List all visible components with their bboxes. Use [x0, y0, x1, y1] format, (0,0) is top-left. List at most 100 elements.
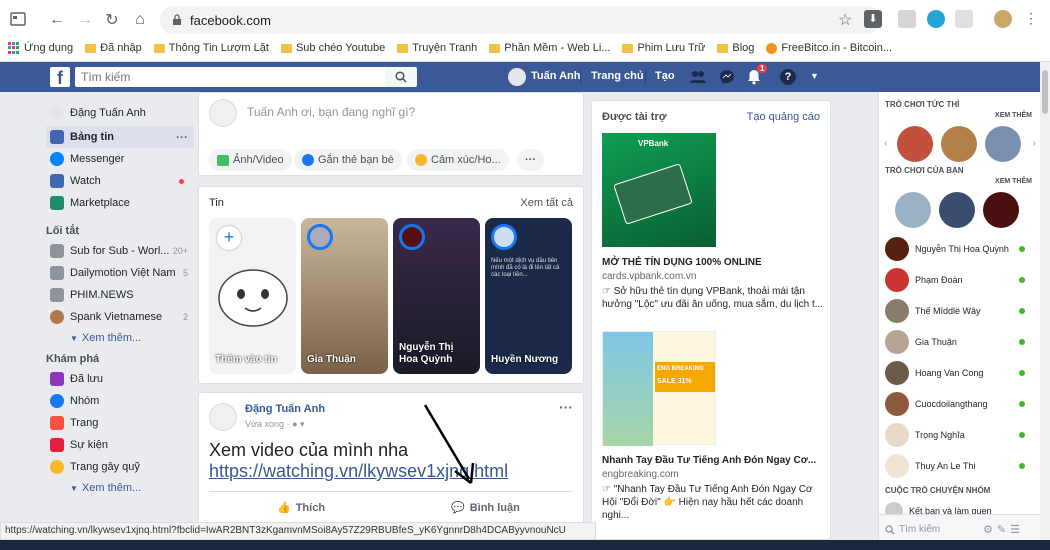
nav-marketplace[interactable]: Marketplace [46, 192, 194, 214]
bookmark-folder[interactable]: Đã nhập [85, 42, 142, 54]
group-chat-icon[interactable]: ☰ [1010, 523, 1020, 536]
shortcut-item[interactable]: Dailymotion Việt Nam 5 [46, 262, 194, 284]
online-dot [1019, 463, 1025, 469]
online-dot [1019, 339, 1025, 345]
game-icon[interactable] [941, 126, 977, 162]
nav-profile[interactable]: Đặng Tuấn Anh [46, 100, 194, 126]
feeling-activity-button[interactable]: Cảm xúc/Ho... [407, 149, 509, 171]
story-item[interactable]: Nếu một dịch vụ dầu tiên mình đã có là đ… [485, 218, 572, 374]
scrollbar-thumb[interactable] [1042, 70, 1048, 114]
address-bar[interactable]: facebook.com [160, 6, 880, 34]
extension-icon-1[interactable] [898, 10, 916, 28]
chat-contact[interactable]: Thuy An Le Thi [885, 453, 1035, 479]
ad1-image[interactable]: VPBank [602, 133, 716, 247]
download-icon[interactable]: ⬇ [864, 10, 882, 28]
ad2-headline[interactable]: Nhanh Tay Đầu Tư Tiếng Anh Đón Ngay Cơ..… [602, 455, 816, 466]
profile-avatar[interactable] [994, 10, 1012, 28]
more-options-icon[interactable]: ··· [176, 130, 188, 144]
bookmark-folder[interactable]: Truyện Tranh [397, 42, 477, 54]
bookmark-folder[interactable]: Blog [717, 42, 754, 54]
instant-games-see-more[interactable]: XEM THÊM [995, 112, 1032, 119]
bookmark-apps[interactable]: Ứng dụng [8, 42, 73, 54]
nav-news-feed[interactable]: Bảng tin ··· [46, 126, 194, 148]
facebook-search-input[interactable] [75, 67, 415, 87]
explore-fundraisers[interactable]: Trang gây quỹ [46, 456, 194, 478]
create-ad-link[interactable]: Tạo quảng cáo [747, 111, 820, 123]
ad2-image[interactable]: ENG BREAKING SALE 31% [602, 331, 716, 446]
composer-input[interactable]: Tuấn Anh ơi, bạn đang nghĩ gì? [247, 105, 415, 119]
extension-icon-3[interactable] [955, 10, 973, 28]
shortcut-item[interactable]: Spank Vietnamese 2 [46, 306, 194, 328]
game-icon[interactable] [983, 192, 1019, 228]
shortcut-item[interactable]: PHIM.NEWS [46, 284, 194, 306]
ad1-headline[interactable]: MỞ THẺ TÍN DỤNG 100% ONLINE [602, 257, 762, 268]
contact-avatar [885, 330, 909, 354]
like-button[interactable]: 👍 Thích [277, 501, 325, 515]
gear-icon[interactable]: ⚙ [983, 523, 993, 536]
explore-saved[interactable]: Đã lưu [46, 368, 194, 390]
chat-contact[interactable]: Nguyễn Thị Hoa Quỳnh [885, 236, 1035, 262]
stories-see-all-link[interactable]: Xem tất cả [520, 197, 573, 209]
forward-icon[interactable]: → [75, 10, 95, 30]
star-icon[interactable]: ☆ [838, 10, 852, 30]
account-dropdown-icon[interactable]: ▼ [810, 71, 819, 81]
help-question-icon[interactable]: ? [780, 69, 796, 85]
user-avatar[interactable] [508, 68, 526, 86]
chat-contact[interactable]: Hoang Van Cong [885, 360, 1035, 386]
menu-kebab-icon[interactable]: ⋮ [1024, 10, 1038, 27]
compose-icon[interactable]: ✎ [997, 523, 1006, 536]
vpbank-logo: VPBank [638, 139, 669, 148]
bookmark-folder[interactable]: Thông Tin Lượm Lặt [153, 42, 269, 54]
bookmark-folder[interactable]: Sub chéo Youtube [280, 42, 385, 54]
friend-requests-icon[interactable] [690, 69, 706, 85]
post-author-name[interactable]: Đặng Tuấn Anh [245, 403, 325, 415]
search-icon[interactable] [385, 67, 417, 87]
game-icon[interactable] [985, 126, 1021, 162]
chat-contact[interactable]: Trọng Nghĩa [885, 422, 1035, 448]
shortcut-item[interactable]: Sub for Sub - Worl... 20+ [46, 240, 194, 262]
game-icon[interactable] [897, 126, 933, 162]
nav-watch[interactable]: Watch [46, 170, 194, 192]
chevron-right-icon[interactable]: › [1033, 138, 1036, 149]
see-more-shortcuts[interactable]: ▼ Xem thêm... [46, 328, 194, 348]
bookmark-folder[interactable]: Phần Mềm - Web Li... [489, 42, 610, 54]
facebook-logo-icon[interactable]: f [50, 67, 70, 88]
chat-contact[interactable]: Gia Thuận [885, 329, 1035, 355]
chat-contact[interactable]: Thế Mîddlë Wây [885, 298, 1035, 324]
explore-groups[interactable]: Nhóm [46, 390, 194, 412]
see-more-explore[interactable]: ▼ Xem thêm... [46, 478, 194, 498]
explore-events[interactable]: Sự kiện [46, 434, 194, 456]
story-add[interactable]: + Thêm vào tin [209, 218, 296, 374]
chat-contact[interactable]: Cuocdoilangthang [885, 391, 1035, 417]
group-icon [50, 288, 64, 302]
bookmark-freebitcoin[interactable]: FreeBitco.in - Bitcoin... [766, 42, 892, 54]
explore-pages[interactable]: Trang [46, 412, 194, 434]
chat-contact[interactable]: Phạm Đoàn [885, 267, 1035, 293]
home-icon[interactable]: ⌂ [130, 10, 150, 30]
chat-search-input[interactable]: Tìm kiếm [899, 524, 979, 535]
your-games-see-more[interactable]: XEM THÊM [995, 178, 1032, 185]
profile-link[interactable]: Tuấn Anh [531, 70, 581, 82]
chevron-left-icon[interactable]: ‹ [884, 138, 887, 149]
story-item[interactable]: Gia Thuận [301, 218, 388, 374]
more-options-icon[interactable]: ··· [517, 149, 544, 171]
game-icon[interactable] [895, 192, 931, 228]
photo-video-button[interactable]: Ảnh/Video [209, 149, 292, 171]
create-link[interactable]: Tạo [655, 70, 675, 82]
messenger-icon[interactable] [719, 69, 735, 85]
home-link[interactable]: Trang chủ [591, 70, 644, 82]
comment-button[interactable]: 💬 Bình luận [451, 501, 520, 515]
ad1-description: ☞ Sở hữu thẻ tín dụng VPBank, thoải mái … [602, 286, 824, 310]
story-item[interactable]: Nguyễn Thị Hoa Quỳnh [393, 218, 480, 374]
page-scrollbar[interactable] [1040, 62, 1050, 550]
post-composer: Tuấn Anh ơi, bạn đang nghĩ gì? Ảnh/Video… [198, 92, 584, 176]
nav-messenger[interactable]: Messenger [46, 148, 194, 170]
post-options-icon[interactable]: ··· [559, 399, 573, 415]
reload-icon[interactable]: ↻ [102, 10, 122, 30]
extension-icon-2[interactable] [927, 10, 945, 28]
back-icon[interactable]: ← [47, 10, 67, 30]
game-icon[interactable] [939, 192, 975, 228]
bookmark-folder[interactable]: Phim Lưu Trữ [622, 42, 705, 54]
tag-friends-button[interactable]: Gắn thẻ bạn bè [294, 149, 402, 171]
tab-page-icon[interactable] [10, 11, 26, 27]
